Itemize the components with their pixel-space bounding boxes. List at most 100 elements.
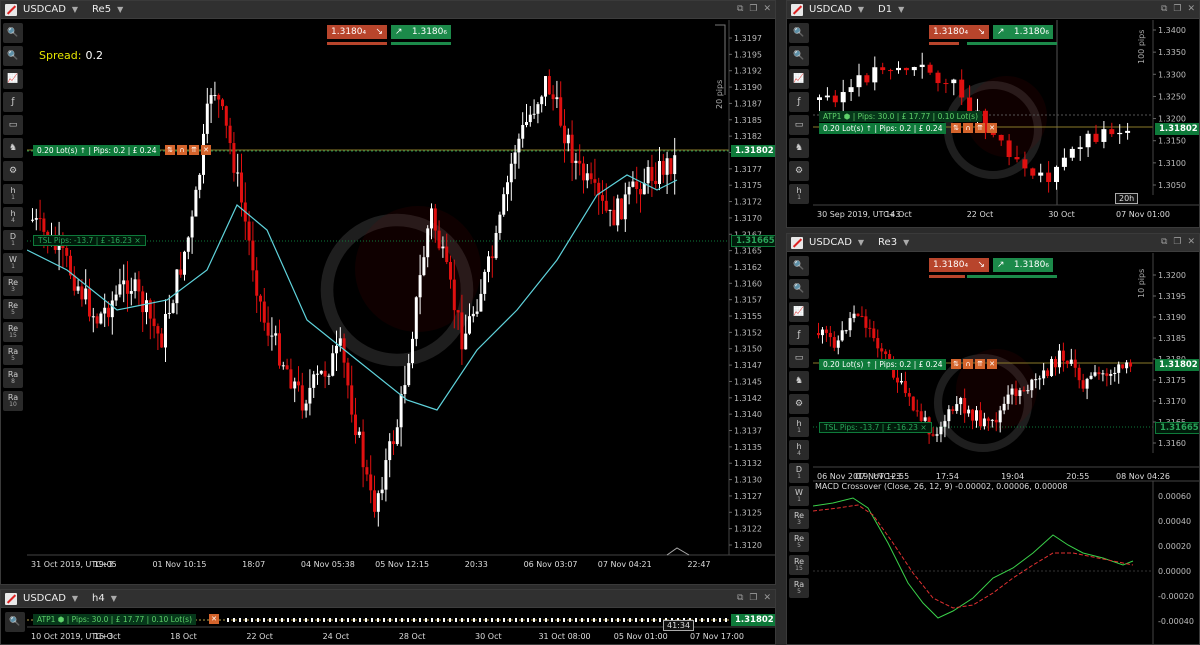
toolbar-button-0[interactable]: 🔍 [789,256,809,276]
close-icon[interactable]: ✕ [1187,237,1195,247]
buy-button[interactable]: ↗ 1.3180₆ [993,25,1053,39]
toolbar-button-4[interactable]: ▭ [789,348,809,368]
protect-icon[interactable]: ∩ [963,359,973,369]
toolbar-button-13[interactable]: Re 15 [3,322,23,342]
buy-button[interactable]: ↗ 1.3180₆ [993,258,1053,272]
double-icon[interactable]: ⇈ [975,123,985,133]
chevron-down-icon[interactable]: ▼ [858,238,864,247]
chevron-down-icon[interactable]: ▼ [72,5,78,14]
toolbar-button-6[interactable]: ⚙ [789,161,809,181]
symbol-selector[interactable]: USDCAD [23,593,66,604]
toolbar-button-4[interactable]: ▭ [3,115,23,135]
toolbar-button-1[interactable]: 🔍 [789,46,809,66]
reverse-position-icon[interactable]: ⇅ [165,145,175,155]
toolbar-button-15[interactable]: Ra 8 [3,368,23,388]
reverse-position-icon[interactable]: ⇅ [951,359,961,369]
detach-icon[interactable]: ⧉ [1161,237,1167,247]
re3-price-chart[interactable]: 1.32001.31951.31901.31851.31801.31751.31… [813,253,1200,645]
chevron-down-icon[interactable]: ▼ [903,238,909,247]
symbol-selector[interactable]: USDCAD [809,237,852,248]
toolbar-button-3[interactable]: ƒ [789,92,809,112]
restore-icon[interactable]: ❐ [749,593,757,603]
h4-chart-window[interactable]: USDCAD ▼ h4 ▼ ⧉ ❐ ✕ 🔍 10 Oct 2019, UTC+3 16… [0,589,776,645]
main-price-chart[interactable]: 1.3197 1.3195 1.3192 1.3190 1.3187 1.3185 1.31… [27,20,776,585]
toolbar-button-10[interactable]: W1 [3,253,23,273]
toolbar-button-7[interactable]: h1 [789,417,809,437]
toolbar-button-14[interactable]: Ra 5 [3,345,23,365]
toolbar-button-1[interactable]: 🔍 [3,46,23,66]
close-icon[interactable]: ✕ [763,593,771,603]
trailing-stop-label[interactable]: TSL Pips: -13.7 | £ -16.23 × [33,235,146,246]
chevron-down-icon[interactable]: ▼ [858,5,864,14]
timeframe-selector[interactable]: Re3 [878,237,897,248]
toolbar-button-5[interactable]: ♞ [3,138,23,158]
chevron-down-icon[interactable]: ▼ [111,594,117,603]
toolbar-button-12[interactable]: Re 5 [789,532,809,552]
toolbar-button-16[interactable]: Ra 10 [3,391,23,411]
close-icon[interactable]: ✕ [763,4,771,14]
symbol-selector[interactable]: USDCAD [23,4,66,15]
position-label[interactable]: 0.20 Lot(s) ↑ | Pips: 0.2 | £ 0.24 [33,145,161,156]
zoom-icon[interactable]: 🔍 [5,612,25,632]
reverse-position-icon[interactable]: ⇅ [951,123,961,133]
d1-chart-window[interactable]: USDCAD ▼ D1 ▼ ⧉ ❐ ✕ 🔍 🔍 📈 ƒ ▭ ♞ ⚙ h 1 1.3400 1.3350… [786,0,1200,228]
close-position-icon[interactable]: ✕ [987,359,997,369]
toolbar-button-2[interactable]: 📈 [789,69,809,89]
toolbar-button-6[interactable]: ⚙ [3,161,23,181]
protect-icon[interactable]: ∩ [177,145,187,155]
timeframe-selector[interactable]: D1 [878,4,892,15]
atp-label[interactable]: ATP1 ⬢ | Pips: 30.0 | £ 17.77 | 0.10 Lot… [819,111,983,122]
position-label[interactable]: 0.20 Lot(s) ↑ | Pips: 0.2 | £ 0.24 [819,359,947,370]
re3-chart-window[interactable]: USDCAD ▼ Re3 ▼ ⧉ ❐ ✕ 🔍 🔍 📈 ƒ ▭ ♞ ⚙ h 1 h 4 D 1 W 1 Re 3 Re 5… [786,233,1200,645]
sell-button[interactable]: 1.3180₄ ↘ [929,258,989,272]
chevron-down-icon[interactable]: ▼ [72,594,78,603]
toolbar-button-7[interactable]: h1 [789,184,809,204]
restore-icon[interactable]: ❐ [749,4,757,14]
toolbar-button-7[interactable]: h1 [3,184,23,204]
toolbar-button-3[interactable]: ƒ [789,325,809,345]
toolbar-button-14[interactable]: Ra 5 [789,578,809,598]
restore-icon[interactable]: ❐ [1173,4,1181,14]
chevron-down-icon[interactable]: ▼ [898,5,904,14]
chevron-down-icon[interactable]: ▼ [117,5,123,14]
detach-icon[interactable]: ⧉ [737,593,743,603]
h4-titlebar[interactable]: USDCAD ▼ h4 ▼ ⧉ ❐ ✕ [1,590,775,608]
restore-icon[interactable]: ❐ [1173,237,1181,247]
protect-icon[interactable]: ∩ [963,123,973,133]
toolbar-button-11[interactable]: Re 3 [789,509,809,529]
main-chart-window[interactable]: USDCAD ▼ Re5 ▼ ⧉ ❐ ✕ 🔍 🔍 📈 ƒ ▭ ♞ ⚙ h 1 h 4 D 1 W 1 Re 3 Re 5… [0,0,776,585]
toolbar-button-2[interactable]: 📈 [3,69,23,89]
close-position-icon[interactable]: ✕ [201,145,211,155]
toolbar-button-5[interactable]: ♞ [789,138,809,158]
toolbar-button-8[interactable]: h4 [3,207,23,227]
toolbar-button-3[interactable]: ƒ [3,92,23,112]
d1-titlebar[interactable]: USDCAD ▼ D1 ▼ ⧉ ❐ ✕ [787,1,1199,19]
double-icon[interactable]: ⇈ [975,359,985,369]
toolbar-button-4[interactable]: ▭ [789,115,809,135]
atp-label[interactable]: ATP1 ⬢ | Pips: 30.0 | £ 17.77 | 0.10 Lot… [33,614,197,625]
main-titlebar[interactable]: USDCAD ▼ Re5 ▼ ⧉ ❐ ✕ [1,1,775,19]
sell-button[interactable]: 1.3180₄ ↘ [929,25,989,39]
symbol-selector[interactable]: USDCAD [809,4,852,15]
close-icon[interactable]: ✕ [1187,4,1195,14]
toolbar-button-5[interactable]: ♞ [789,371,809,391]
timeframe-selector[interactable]: h4 [92,593,105,604]
double-icon[interactable]: ⇈ [189,145,199,155]
buy-button[interactable]: ↗ 1.3180₆ [391,25,451,39]
toolbar-button-13[interactable]: Re 15 [789,555,809,575]
toolbar-button-0[interactable]: 🔍 [789,23,809,43]
toolbar-button-12[interactable]: Re 5 [3,299,23,319]
trailing-stop-label[interactable]: TSL Pips: -13.7 | £ -16.23 × [819,422,932,433]
timeframe-selector[interactable]: Re5 [92,4,111,15]
toolbar-button-1[interactable]: 🔍 [789,279,809,299]
re3-titlebar[interactable]: USDCAD ▼ Re3 ▼ ⧉ ❐ ✕ [787,234,1199,252]
detach-icon[interactable]: ⧉ [1161,4,1167,14]
toolbar-button-9[interactable]: D1 [3,230,23,250]
close-position-icon[interactable]: ✕ [209,614,219,624]
toolbar-button-2[interactable]: 📈 [789,302,809,322]
toolbar-button-6[interactable]: ⚙ [789,394,809,414]
detach-icon[interactable]: ⧉ [737,4,743,14]
toolbar-button-8[interactable]: h4 [789,440,809,460]
toolbar-button-0[interactable]: 🔍 [3,23,23,43]
toolbar-button-11[interactable]: Re 3 [3,276,23,296]
